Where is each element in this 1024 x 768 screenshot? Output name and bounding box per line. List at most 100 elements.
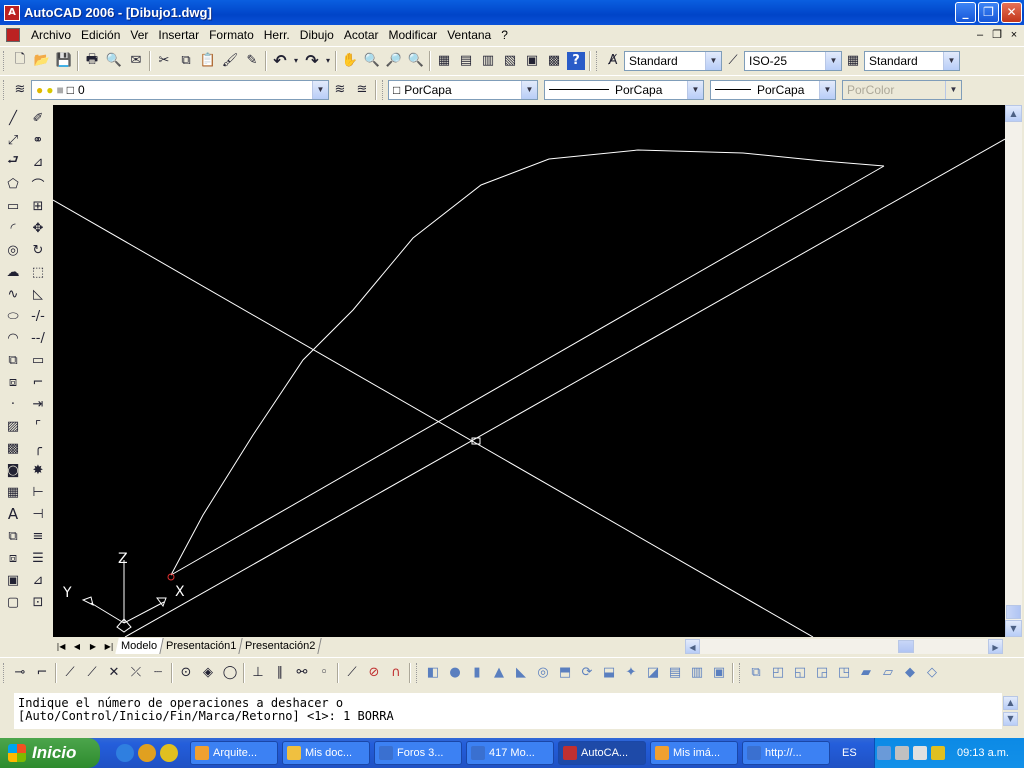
horizontal-scrollbar[interactable]: ◀ ▶ [685,639,1003,654]
tab-presentacion2[interactable]: Presentación2 [239,638,323,654]
menu-herr[interactable]: Herr. [259,28,295,42]
copy-object-icon[interactable]: ⚭ [27,129,49,151]
network-icon[interactable] [877,746,891,760]
folder-quicklaunch-icon[interactable] [138,744,156,762]
chevron-down-icon[interactable]: ▼ [687,80,703,99]
scroll-up-icon[interactable]: ▲ [1005,105,1022,122]
join-icon[interactable]: ⇥ [27,393,49,415]
rectangle-icon[interactable]: ▭ [2,195,24,217]
polyline-icon[interactable]: ⮐ [2,151,24,173]
layer-previous-icon[interactable]: ≊ [351,79,373,101]
lock-icon[interactable]: ■ [57,83,64,97]
security-icon[interactable] [931,746,945,760]
sphere-icon[interactable]: ● [444,662,466,684]
undo-icon[interactable]: ↶ [269,50,291,72]
copy-icon[interactable]: ⧉ [175,50,197,72]
text-style-icon[interactable]: A̸ [602,50,624,72]
redo-icon[interactable]: ↷ [301,50,323,72]
autocad-app-icon[interactable]: A [4,4,20,21]
design-center-icon[interactable]: ▤ [455,50,477,72]
layer-tools-icon[interactable]: ⧉ [2,525,24,547]
insert-block-icon[interactable]: ⧉ [2,349,24,371]
prev-tab-icon[interactable]: ◀ [69,639,85,654]
pan-icon[interactable]: ✋ [339,50,361,72]
chevron-down-icon[interactable]: ▼ [819,80,835,99]
torus-icon[interactable]: ◎ [532,662,554,684]
setup-profile-icon[interactable]: ▣ [708,662,730,684]
close-button[interactable]: ✕ [1001,2,1022,23]
array-icon[interactable]: ⊞ [27,195,49,217]
temp-tracking-icon[interactable]: ⊸ [9,662,31,684]
revolve-icon[interactable]: ⟳ [576,662,598,684]
chamfer-icon[interactable]: ⌜ [27,415,49,437]
layer-isolate-icon[interactable]: ▢ [2,591,24,613]
spline-icon[interactable]: ∿ [2,283,24,305]
right-view-icon[interactable]: ◳ [833,662,855,684]
scale-icon[interactable]: ⬚ [27,261,49,283]
doc-restore-button[interactable]: ❐ [989,28,1005,42]
menu-ventana[interactable]: Ventana [442,28,496,42]
wedge-icon[interactable]: ◣ [510,662,532,684]
minimize-button[interactable]: _ [955,2,976,23]
tab-modelo[interactable]: Modelo [115,638,164,654]
new-icon[interactable]: 🗋 [9,50,31,72]
linetype-select[interactable]: PorCapa ▼ [544,79,704,100]
help-icon[interactable]: ? [567,51,585,70]
polygon-icon[interactable]: ⬠ [2,173,24,195]
zoom-window-icon[interactable]: 🔎 [383,50,405,72]
circle-icon[interactable]: ◎ [2,239,24,261]
block-editor-icon[interactable]: ✎ [241,50,263,72]
dimension-linear-icon[interactable]: ⊢ [27,481,49,503]
zoom-realtime-icon[interactable]: 🔍 [361,50,383,72]
se-iso-view-icon[interactable]: ◇ [921,662,943,684]
dim-style-select[interactable]: ISO-25 ▼ [744,50,842,71]
gradient-icon[interactable]: ▩ [2,437,24,459]
bottom-view-icon[interactable]: ◱ [789,662,811,684]
construction-line-icon[interactable]: ⤢ [2,129,24,151]
menu-dibujo[interactable]: Dibujo [295,28,339,42]
hatch-icon[interactable]: ▨ [2,415,24,437]
region-icon[interactable]: ◙ [2,459,24,481]
text-style-select[interactable]: Standard ▼ [624,50,722,71]
sheet-set-icon[interactable]: ▧ [499,50,521,72]
menu-archivo[interactable]: Archivo [26,28,76,42]
snap-parallel-icon[interactable]: ∥ [269,662,291,684]
menu-modificar[interactable]: Modificar [384,28,443,42]
taskbar-item-arquitectura[interactable]: Arquite... [190,741,278,765]
plot-icon[interactable]: 🖶 [81,50,103,72]
menu-ayuda[interactable]: ? [496,28,513,42]
next-tab-icon[interactable]: ▶ [85,639,101,654]
first-tab-icon[interactable]: |◀ [53,639,69,654]
setup-view-icon[interactable]: ▥ [686,662,708,684]
properties-icon[interactable]: ▦ [433,50,455,72]
scroll-down-icon[interactable]: ▼ [1005,620,1022,637]
explode-icon[interactable]: ✸ [27,459,49,481]
dimension-aligned-icon[interactable]: ⊣ [27,503,49,525]
snap-node-icon[interactable]: ◦ [313,662,335,684]
layer-manager-icon[interactable]: ≋ [9,79,31,101]
stretch-icon[interactable]: ◺ [27,283,49,305]
table-icon[interactable]: ▦ [2,481,24,503]
chevron-down-icon[interactable]: ▼ [705,51,721,70]
section-icon[interactable]: ✦ [620,662,642,684]
extend-icon[interactable]: --/ [27,327,49,349]
chevron-down-icon[interactable]: ▼ [825,51,841,70]
taskbar-item-http[interactable]: http://... [742,741,830,765]
offset-icon[interactable]: ⌒ [27,173,49,195]
multiline-text-icon[interactable]: A [2,503,24,525]
sun-icon[interactable]: ● [46,83,53,97]
mirror-icon[interactable]: ⊿ [27,151,49,173]
horizontal-scroll-track[interactable] [700,639,988,654]
erase-icon[interactable]: ✐ [27,107,49,129]
undo-dropdown-icon[interactable]: ▾ [291,50,301,72]
arc-icon[interactable]: ◜ [2,217,24,239]
menu-insertar[interactable]: Insertar [153,28,204,42]
calculator-icon[interactable]: ▩ [543,50,565,72]
ellipse-icon[interactable]: ⬭ [2,305,24,327]
last-tab-icon[interactable]: ▶| [101,639,117,654]
start-button[interactable]: Inicio [0,738,100,768]
language-indicator[interactable]: ES [842,747,857,759]
media-quicklaunch-icon[interactable] [160,744,178,762]
clock[interactable]: 09:13 a.m. [957,747,1009,759]
copy-layer-icon[interactable]: ⧈ [2,547,24,569]
